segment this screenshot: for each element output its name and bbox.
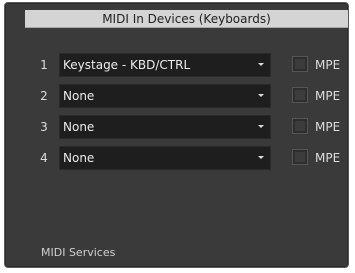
- mpe-label: MPE: [315, 120, 341, 134]
- row-number: 1: [40, 58, 48, 72]
- mpe-checkbox-2[interactable]: [292, 87, 308, 103]
- device-select-1[interactable]: Keystage - KBD/CTRL: [59, 53, 271, 77]
- row-number: 2: [40, 89, 48, 103]
- mpe-label: MPE: [315, 151, 341, 165]
- chevron-down-icon: [258, 63, 264, 66]
- mpe-label: MPE: [315, 58, 341, 72]
- midi-services-label: MIDI Services: [41, 246, 116, 259]
- device-select-value: None: [63, 120, 95, 134]
- chevron-down-icon: [258, 156, 264, 159]
- device-select-value: None: [63, 151, 95, 165]
- device-select-value: None: [63, 89, 95, 103]
- device-row-2: 2 None MPE: [5, 84, 355, 108]
- device-row-3: 3 None MPE: [5, 115, 355, 139]
- row-number: 4: [40, 151, 48, 165]
- device-row-1: 1 Keystage - KBD/CTRL MPE: [5, 53, 355, 77]
- midi-in-devices-panel: MIDI In Devices (Keyboards) 1 Keystage -…: [4, 2, 349, 268]
- device-select-3[interactable]: None: [59, 115, 271, 139]
- device-select-value: Keystage - KBD/CTRL: [63, 58, 191, 72]
- mpe-label: MPE: [315, 89, 341, 103]
- chevron-down-icon: [258, 94, 264, 97]
- panel-title: MIDI In Devices (Keyboards): [25, 10, 348, 28]
- mpe-checkbox-3[interactable]: [292, 118, 308, 134]
- chevron-down-icon: [258, 125, 264, 128]
- device-select-2[interactable]: None: [59, 84, 271, 108]
- mpe-checkbox-4[interactable]: [292, 149, 308, 165]
- device-row-4: 4 None MPE: [5, 146, 355, 170]
- device-select-4[interactable]: None: [59, 146, 271, 170]
- row-number: 3: [40, 120, 48, 134]
- mpe-checkbox-1[interactable]: [292, 56, 308, 72]
